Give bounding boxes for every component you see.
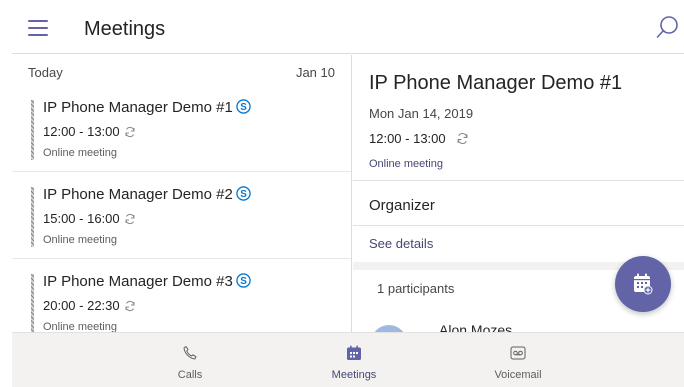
bottom-nav: Calls Meetings Voicemail xyxy=(12,332,684,387)
hamburger-menu-icon[interactable] xyxy=(28,20,48,36)
svg-text:S: S xyxy=(240,276,247,287)
meeting-title: IP Phone Manager Demo #2 S xyxy=(43,186,251,203)
divider xyxy=(353,225,684,226)
recurring-icon xyxy=(125,213,135,225)
calendar-add-icon xyxy=(634,273,653,295)
detail-date: Mon Jan 14, 2019 xyxy=(369,106,474,121)
section-label: Today xyxy=(28,65,63,80)
nav-calls[interactable]: Calls xyxy=(130,333,250,387)
skype-icon: S xyxy=(236,273,251,288)
detail-title: IP Phone Manager Demo #1 xyxy=(369,72,623,94)
meeting-title: IP Phone Manager Demo #1 S xyxy=(43,99,251,116)
detail-meeting-type: Online meeting xyxy=(369,158,443,170)
meeting-title: IP Phone Manager Demo #3 S xyxy=(43,273,251,290)
meeting-list-item[interactable]: IP Phone Manager Demo #3 S 20:00 - 22:30 … xyxy=(12,259,351,332)
recurring-icon xyxy=(125,300,135,312)
nav-voicemail[interactable]: Voicemail xyxy=(458,333,578,387)
meeting-type: Online meeting xyxy=(43,321,117,332)
new-meeting-button[interactable] xyxy=(615,256,671,312)
meeting-type: Online meeting xyxy=(43,147,117,159)
page-title: Meetings xyxy=(84,18,166,40)
svg-text:S: S xyxy=(240,189,247,200)
nav-meetings[interactable]: Meetings xyxy=(294,333,414,387)
nav-label: Calls xyxy=(177,369,203,381)
search-icon[interactable] xyxy=(656,14,680,40)
participants-count: 1 participants xyxy=(377,281,455,296)
see-details-link[interactable]: See details xyxy=(369,236,433,251)
recurring-icon xyxy=(457,132,467,145)
calendar-icon xyxy=(347,345,361,360)
divider xyxy=(353,180,684,181)
svg-text:S: S xyxy=(240,102,247,113)
recurring-icon xyxy=(125,126,135,138)
nav-label: Voicemail xyxy=(494,369,542,381)
skype-icon: S xyxy=(236,99,251,114)
meeting-time: 20:00 - 22:30 xyxy=(43,298,136,313)
list-section-header: Today Jan 10 xyxy=(12,55,351,85)
nav-label: Meetings xyxy=(331,369,377,381)
avatar xyxy=(371,325,407,332)
organizer-label: Organizer xyxy=(369,197,435,214)
meeting-list: Today Jan 10 IP Phone Manager Demo #1 S 1… xyxy=(12,55,352,332)
status-stripe xyxy=(31,100,34,160)
status-stripe xyxy=(31,274,34,332)
voicemail-icon xyxy=(510,346,526,360)
phone-icon xyxy=(183,346,197,360)
skype-icon: S xyxy=(236,186,251,201)
meeting-time: 12:00 - 13:00 xyxy=(43,124,136,139)
status-stripe xyxy=(31,187,34,247)
meeting-type: Online meeting xyxy=(43,234,117,246)
detail-time: 12:00 - 13:00 xyxy=(369,131,469,146)
top-bar: Meetings xyxy=(12,6,684,54)
meeting-list-item[interactable]: IP Phone Manager Demo #1 S 12:00 - 13:00 … xyxy=(12,85,351,172)
app-window: Meetings Today Jan 10 IP Phone Manager D… xyxy=(0,0,684,387)
meeting-time: 15:00 - 16:00 xyxy=(43,211,136,226)
meeting-list-item[interactable]: IP Phone Manager Demo #2 S 15:00 - 16:00 … xyxy=(12,172,351,259)
section-date: Jan 10 xyxy=(295,65,335,80)
participant-name: Alon Mozes xyxy=(439,322,513,332)
